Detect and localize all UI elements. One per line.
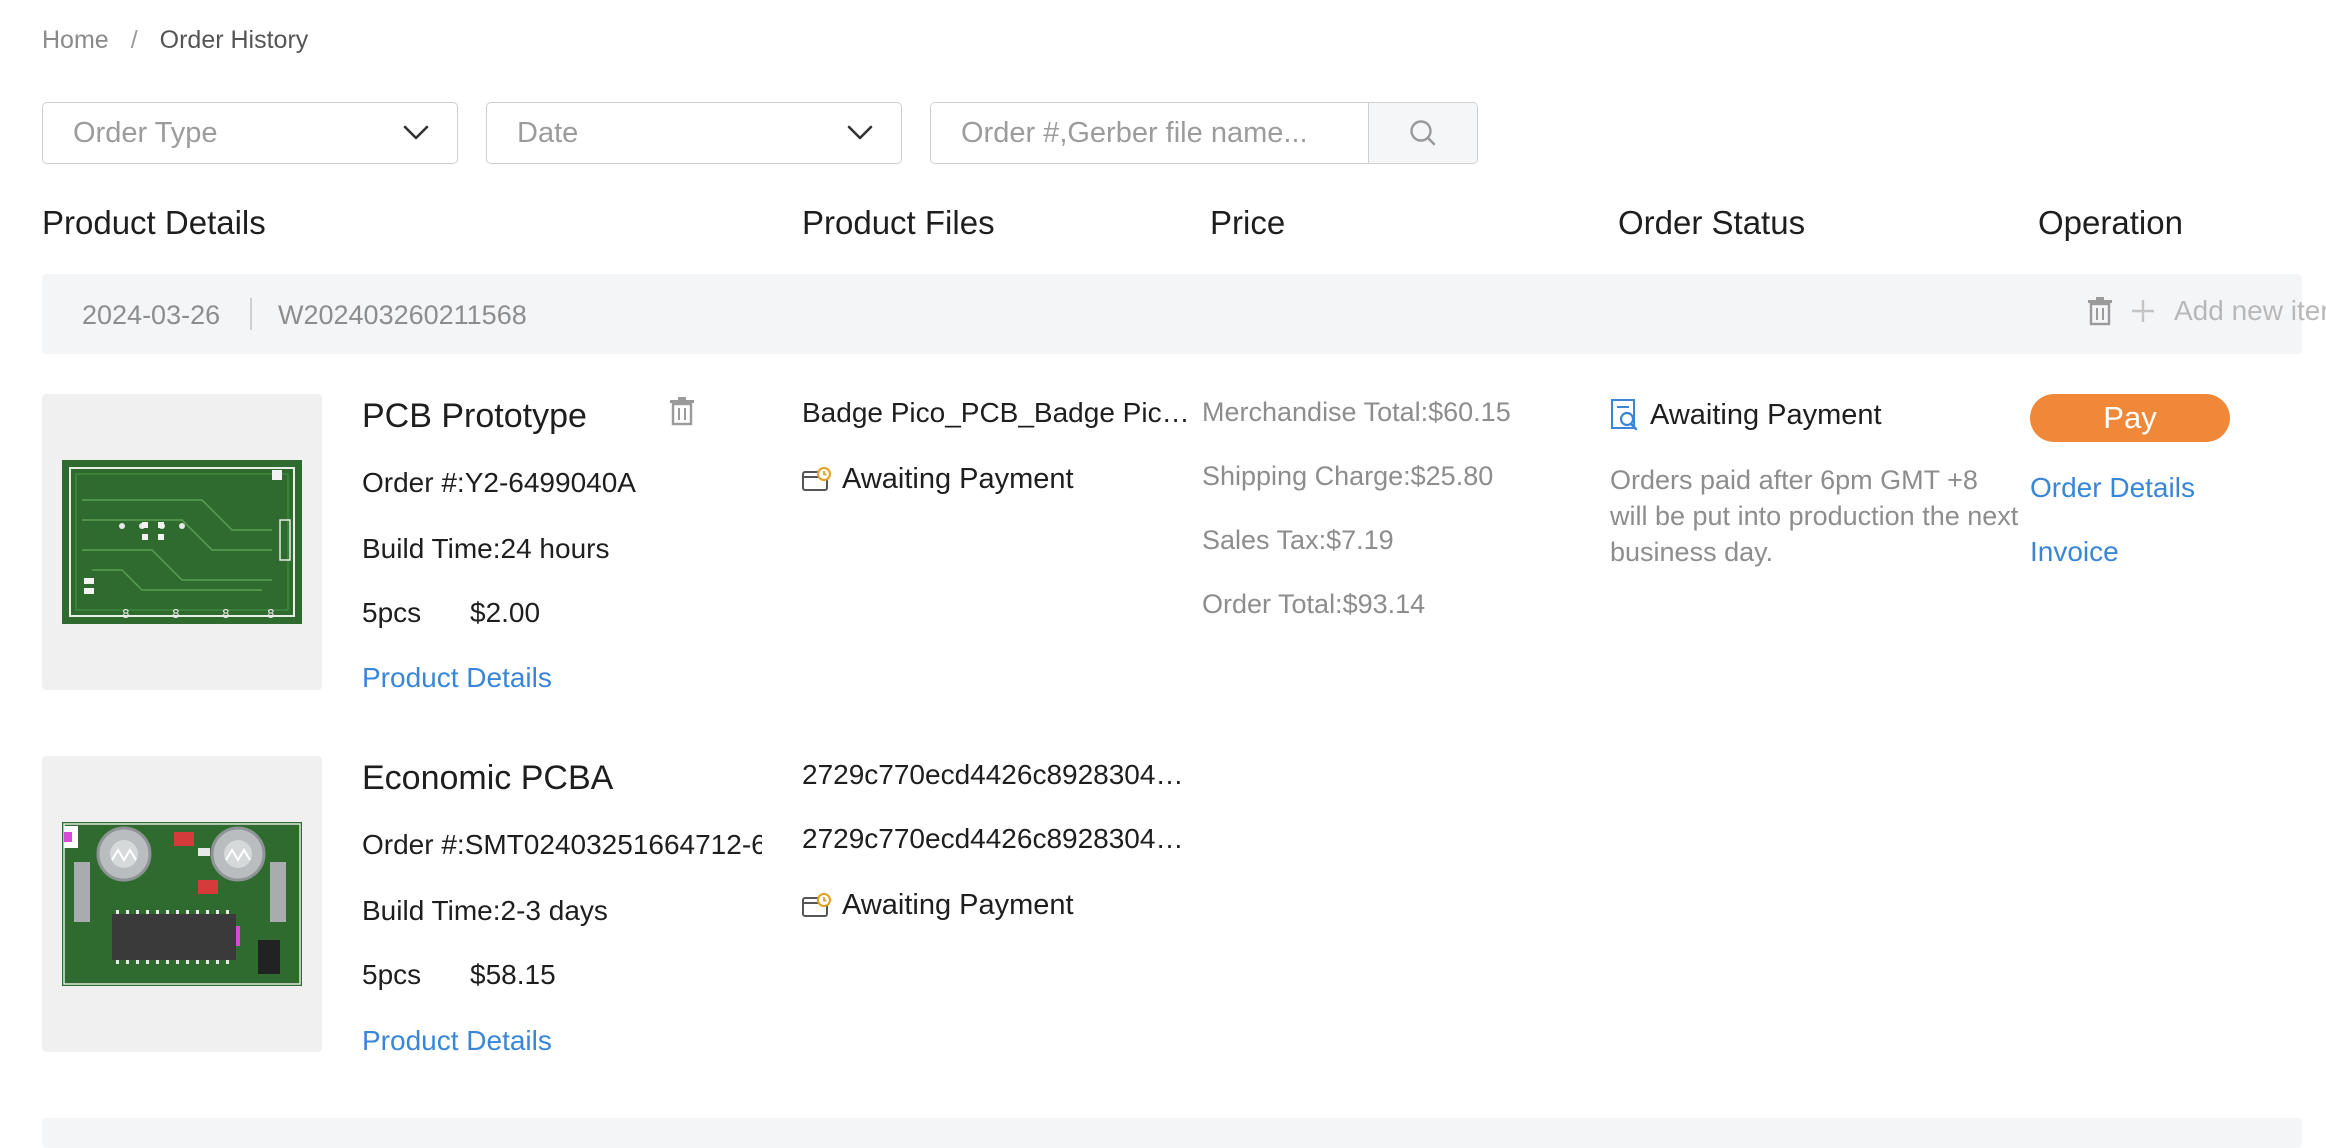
date-select[interactable]: Date	[486, 102, 902, 164]
svg-text:8: 8	[222, 607, 230, 621]
order-status: Awaiting Payment	[1610, 398, 1882, 432]
search-input[interactable]	[931, 103, 1368, 163]
header-price: Price	[1210, 204, 1286, 241]
item-title: Economic PCBA	[362, 759, 614, 797]
order-group-bar	[42, 1118, 2302, 1148]
pay-button[interactable]: Pay	[2030, 394, 2230, 442]
quantity: 5pcs	[362, 597, 422, 628]
pcba-board-image	[62, 822, 302, 986]
quantity: 5pcs	[362, 959, 422, 990]
wallet-clock-icon	[802, 892, 831, 917]
add-new-item-button[interactable]: Add new item	[2130, 295, 2326, 327]
order-status-label: Awaiting Payment	[1650, 398, 1882, 431]
search-icon	[1410, 120, 1436, 146]
build-time: Build Time:24 hours	[362, 533, 610, 564]
file-status: Awaiting Payment	[802, 889, 1074, 922]
order-number: Order #:Y2-6499040A	[362, 467, 636, 498]
wallet-clock-icon	[802, 466, 831, 491]
unit-price: $2.00	[470, 597, 541, 628]
order-number: Order #:SMT02403251664712-6	[362, 829, 762, 860]
pcb-prototype-thumbnail[interactable]: 8 8 8 8	[42, 394, 322, 690]
product-details-link[interactable]: Product Details	[362, 1025, 552, 1057]
svg-text:8: 8	[172, 607, 180, 621]
header-operation: Operation	[2038, 204, 2183, 241]
trash-icon[interactable]	[668, 396, 696, 426]
order-group-id: W202403260211568	[278, 300, 527, 330]
breadcrumb-home[interactable]: Home	[42, 26, 109, 55]
header-product-files: Product Files	[802, 204, 995, 241]
search-box	[930, 102, 1478, 164]
add-new-item-label: Add new item	[2174, 295, 2326, 326]
pcb-board-image: 8 8 8 8	[62, 460, 302, 624]
invoice-link[interactable]: Invoice	[2030, 536, 2119, 568]
product-file-name[interactable]: Badge Pico_PCB_Badge Pico_2024-03-26.zip	[802, 397, 1194, 429]
product-details-link[interactable]: Product Details	[362, 662, 552, 694]
chevron-down-icon	[403, 125, 429, 140]
plus-icon	[2132, 300, 2154, 322]
chevron-down-icon	[847, 125, 873, 140]
divider	[250, 298, 252, 330]
order-type-select[interactable]: Order Type	[42, 102, 458, 164]
group-actions: Add new item	[2086, 295, 2326, 327]
economic-pcba-thumbnail[interactable]	[42, 756, 322, 1052]
file-status: Awaiting Payment	[802, 463, 1074, 496]
date-label: Date	[517, 116, 579, 149]
merchandise-total: Merchandise Total:$60.15	[1202, 397, 1511, 427]
sales-tax: Sales Tax:$7.19	[1202, 525, 1394, 555]
production-note: Orders paid after 6pm GMT +8 will be put…	[1610, 465, 2019, 567]
trash-icon[interactable]	[2086, 296, 2114, 326]
breadcrumb-current: Order History	[159, 26, 309, 54]
build-time: Build Time:2-3 days	[362, 895, 608, 926]
search-button[interactable]	[1368, 103, 1477, 163]
order-details-link[interactable]: Order Details	[2030, 472, 2195, 504]
breadcrumb: Home / Order History	[42, 26, 308, 55]
svg-text:8: 8	[122, 607, 130, 621]
header-order-status: Order Status	[1618, 204, 1806, 241]
product-file-name[interactable]: 2729c770ecd4426c89283041a7b5e9d2.xlsx	[802, 823, 1194, 855]
file-status-label: Awaiting Payment	[842, 889, 1074, 921]
unit-price: $58.15	[470, 959, 556, 990]
header-product-details: Product Details	[42, 204, 266, 241]
shipping-charge: Shipping Charge:$25.80	[1202, 461, 1494, 491]
breadcrumb-separator: /	[130, 26, 138, 54]
order-type-label: Order Type	[73, 116, 218, 149]
order-total: Order Total:$93.14	[1202, 589, 1426, 619]
product-file-name[interactable]: 2729c770ecd4426c89283041a7b5e9d2.csv	[802, 759, 1194, 791]
document-search-icon	[1611, 399, 1638, 431]
item-title: PCB Prototype	[362, 397, 587, 435]
order-group-date: 2024-03-26	[82, 300, 221, 330]
file-status-label: Awaiting Payment	[842, 463, 1074, 495]
svg-text:8: 8	[267, 607, 275, 621]
